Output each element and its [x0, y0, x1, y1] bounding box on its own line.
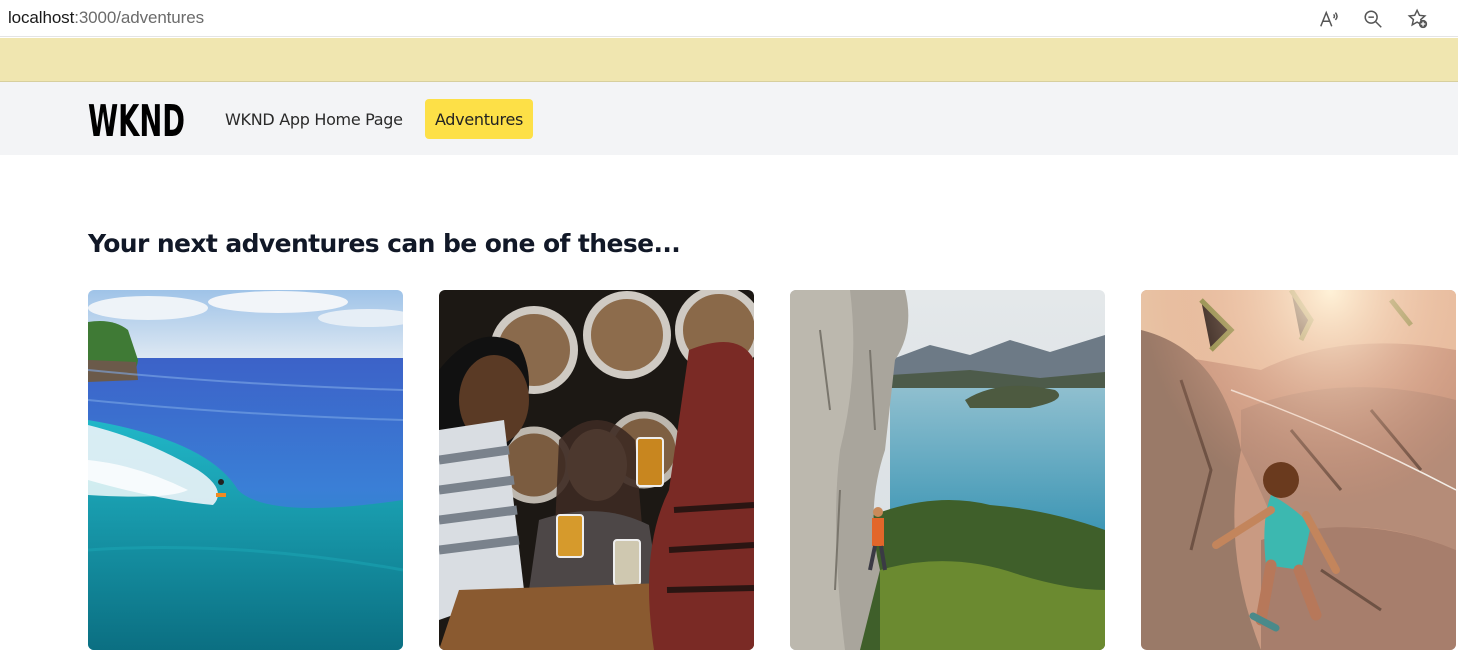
- adventure-card-beer-tasting[interactable]: [439, 290, 754, 650]
- zoom-icon[interactable]: [1360, 6, 1386, 32]
- wknd-logo-icon: WKND: [88, 96, 185, 147]
- url-path: :3000/adventures: [74, 8, 204, 27]
- favorite-icon[interactable]: [1405, 6, 1431, 32]
- nav-home-link[interactable]: WKND App Home Page: [225, 99, 403, 139]
- lake-climbing-image: [790, 290, 1105, 650]
- wknd-logo-text: WKND: [88, 98, 185, 140]
- beer-tasting-image: [439, 290, 754, 650]
- url-host: localhost: [8, 8, 75, 27]
- adventure-card-rock-climbing[interactable]: [1141, 290, 1456, 650]
- nav-adventures-link[interactable]: Adventures: [425, 99, 533, 139]
- rock-climbing-image: [1141, 290, 1456, 650]
- page-title: Your next adventures can be one of these…: [88, 229, 681, 258]
- wknd-logo[interactable]: WKND: [88, 96, 188, 147]
- browser-address-bar: localhost:3000/adventures: [0, 0, 1458, 37]
- adventure-card-lake-climbing[interactable]: [790, 290, 1105, 650]
- adventure-card-surfing[interactable]: [88, 290, 403, 650]
- url-field[interactable]: localhost:3000/adventures: [8, 8, 204, 28]
- read-aloud-icon[interactable]: [1316, 6, 1342, 32]
- notification-banner: [0, 38, 1458, 82]
- site-header: WKND WKND App Home Page Adventures: [0, 82, 1458, 155]
- surfing-image: [88, 290, 403, 650]
